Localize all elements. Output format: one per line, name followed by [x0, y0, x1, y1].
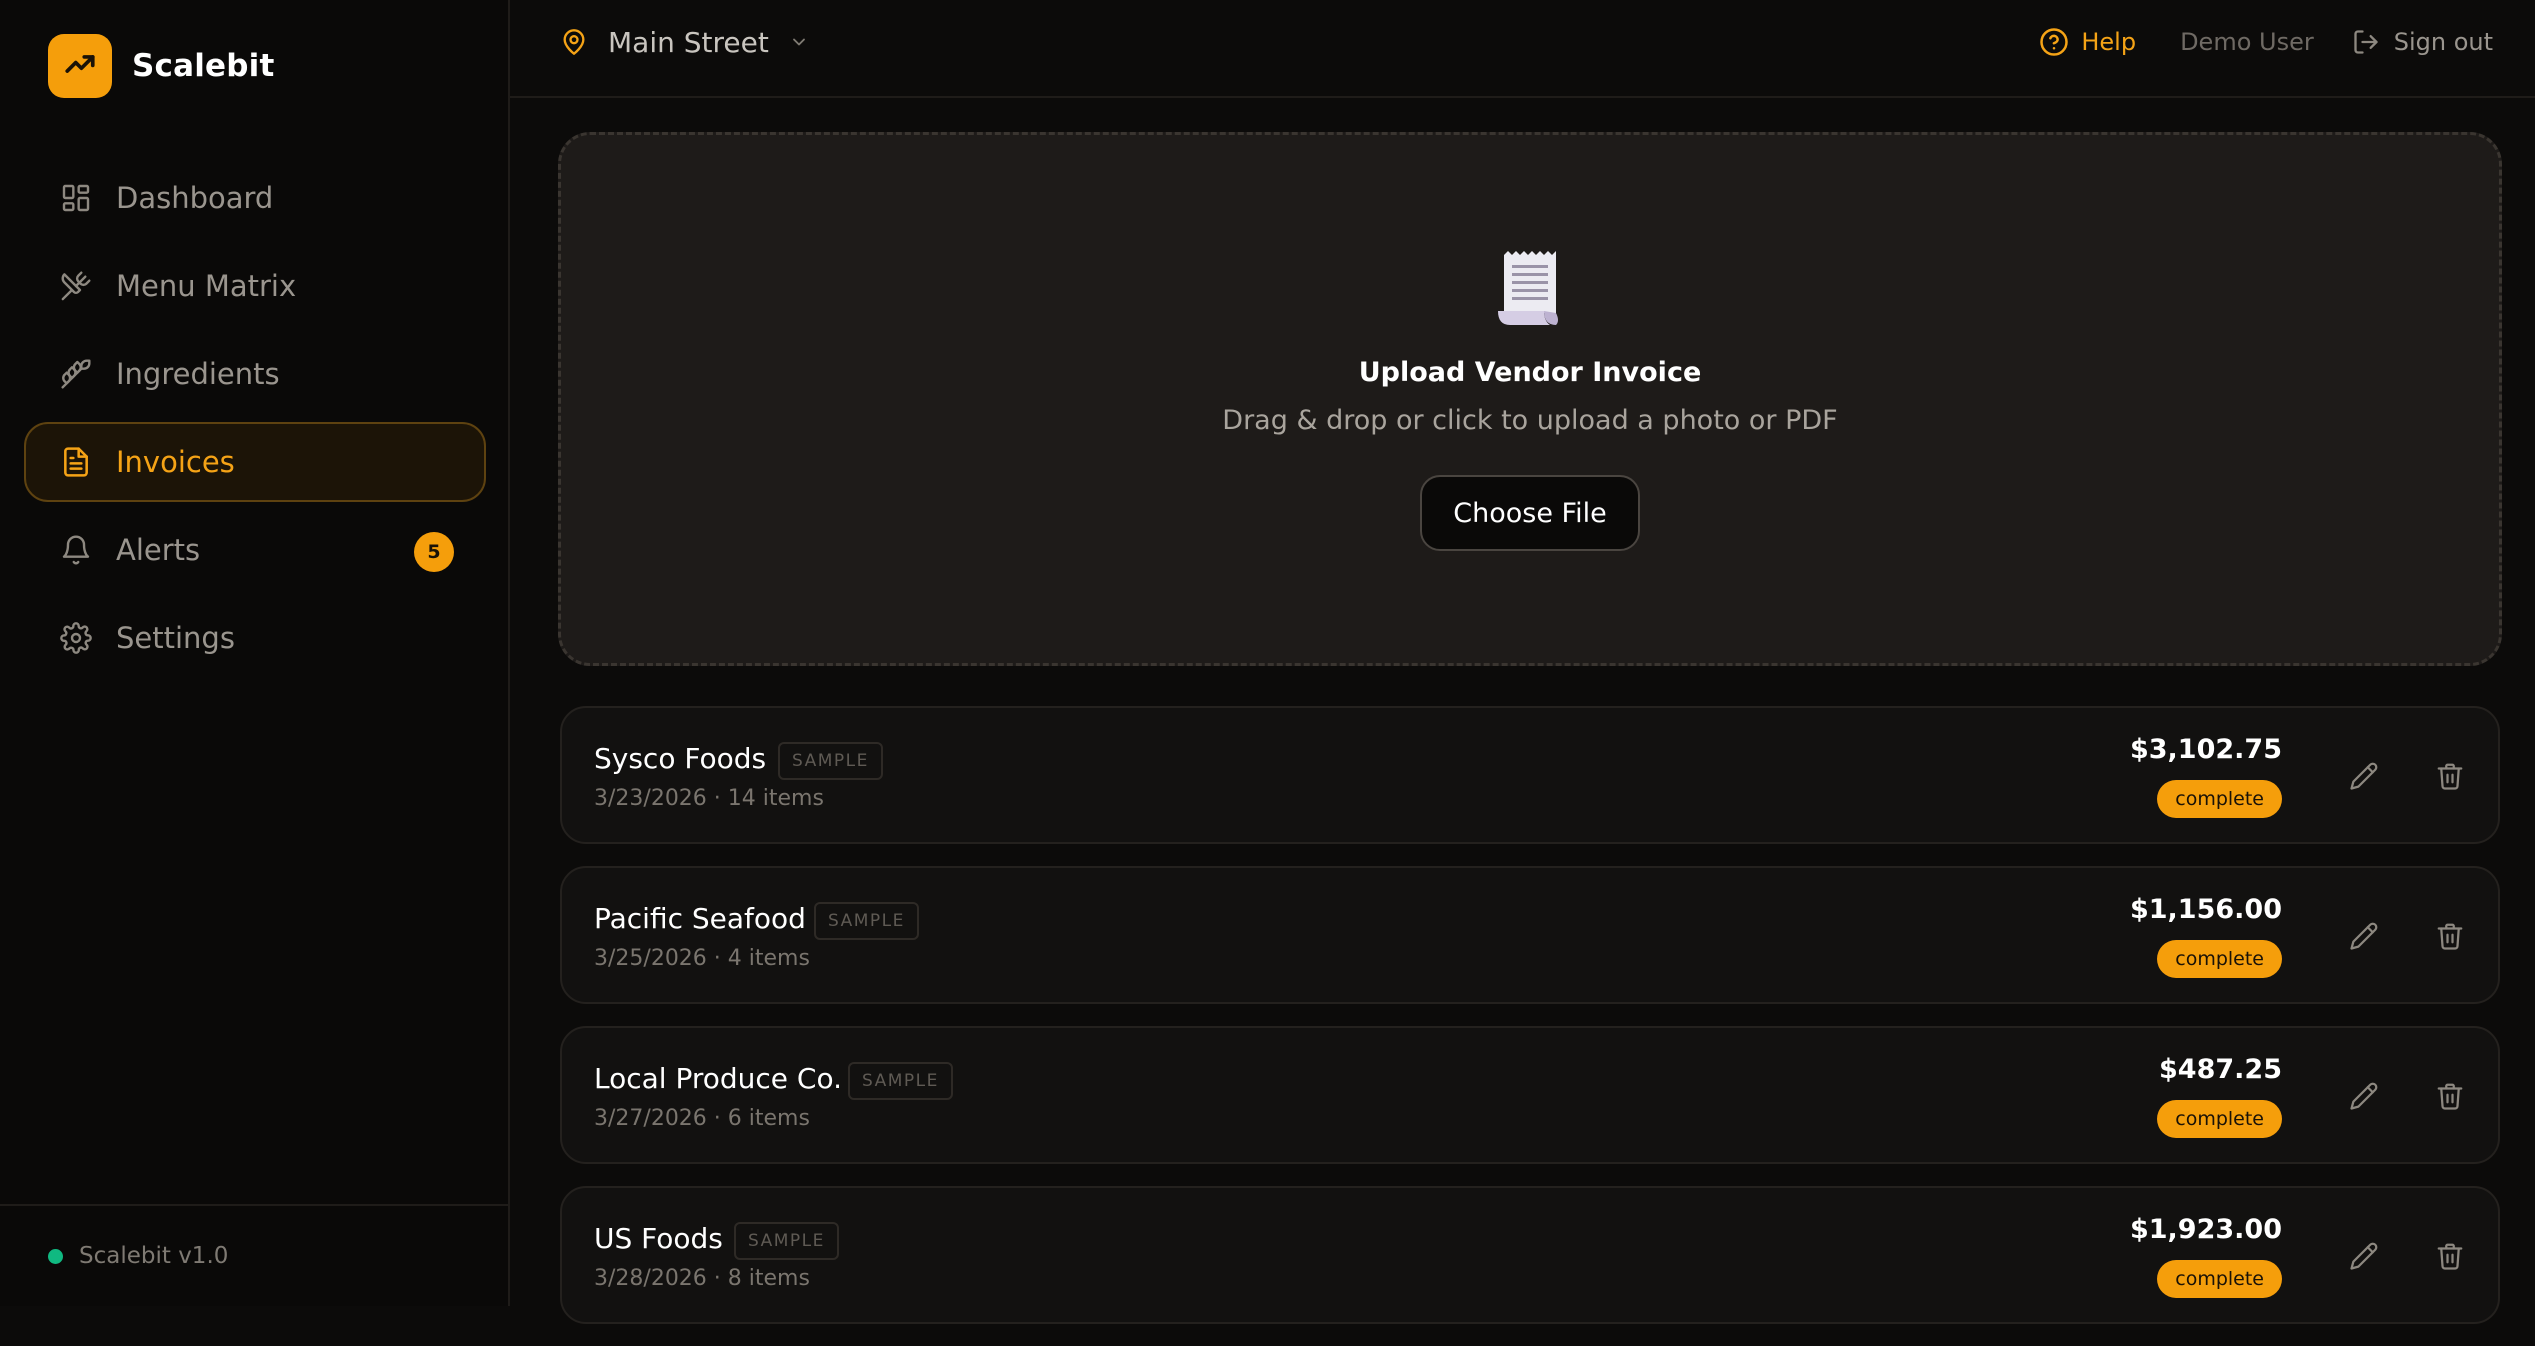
pencil-icon[interactable] [2346, 758, 2382, 794]
invoice-vendor: Sysco Foods [594, 742, 767, 775]
chevron-down-icon [789, 32, 809, 52]
invoice-row[interactable]: Local Produce Co. SAMPLE 3/27/2026 · 6 i… [560, 1026, 2500, 1164]
invoice-vendor: Pacific Seafood [594, 902, 806, 935]
status-badge: complete [2157, 1260, 2282, 1298]
help-label: Help [2081, 28, 2137, 56]
invoice-meta: 3/23/2026 · 14 items [594, 786, 824, 811]
trash-icon[interactable] [2432, 1238, 2468, 1274]
sample-tag: SAMPLE [778, 742, 883, 780]
invoice-upload-dropzone[interactable]: Upload Vendor Invoice Drag & drop or cli… [558, 132, 2502, 666]
invoice-amount: $3,102.75 [2129, 734, 2282, 765]
user-name: Demo User [2180, 28, 2314, 56]
sidebar-footer: Scalebit v1.0 [0, 1204, 508, 1306]
location-selector[interactable]: Main Street [560, 22, 809, 62]
sidebar-item-dashboard[interactable]: Dashboard [24, 158, 486, 238]
trash-icon[interactable] [2432, 1078, 2468, 1114]
help-link[interactable]: Help [2039, 27, 2136, 57]
invoice-vendor: US Foods [594, 1222, 723, 1255]
brand[interactable]: Scalebit [48, 34, 275, 98]
sample-tag: SAMPLE [848, 1062, 953, 1100]
brand-logo [48, 34, 112, 98]
invoice-row[interactable]: US Foods SAMPLE 3/28/2026 · 8 items $1,9… [560, 1186, 2500, 1324]
sidebar-item-label: Invoices [116, 445, 235, 479]
sidebar-item-label: Ingredients [116, 357, 280, 391]
sidebar-nav: Dashboard Menu Matrix Ingredients Invoic… [24, 158, 486, 686]
file-text-icon [58, 444, 94, 480]
sidebar-item-label: Menu Matrix [116, 269, 297, 303]
gear-icon [58, 620, 94, 656]
top-header: Main Street Help Demo User Sign out [510, 0, 2535, 98]
invoice-meta: 3/27/2026 · 6 items [594, 1106, 810, 1131]
brand-name: Scalebit [132, 48, 275, 84]
sidebar-item-invoices[interactable]: Invoices [24, 422, 486, 502]
pencil-icon[interactable] [2346, 1078, 2382, 1114]
status-badge: complete [2157, 780, 2282, 818]
help-circle-icon [2039, 27, 2069, 57]
sidebar-item-label: Settings [116, 621, 235, 655]
sample-tag: SAMPLE [814, 902, 919, 940]
receipt-icon [1498, 251, 1562, 333]
invoice-amount: $487.25 [2159, 1054, 2282, 1085]
map-pin-icon [560, 28, 588, 56]
status-badge: complete [2157, 1100, 2282, 1138]
utensils-crossed-icon [58, 268, 94, 304]
trash-icon[interactable] [2432, 918, 2468, 954]
log-out-icon [2352, 28, 2380, 56]
invoice-vendor: Local Produce Co. [594, 1062, 843, 1095]
pencil-icon[interactable] [2346, 1238, 2382, 1274]
header-actions: Help Demo User Sign out [2039, 22, 2493, 62]
dashboard-grid-icon [58, 180, 94, 216]
sign-out-button[interactable]: Sign out [2352, 28, 2493, 56]
bell-icon [58, 532, 94, 568]
sidebar-item-label: Alerts [116, 533, 201, 567]
invoice-row[interactable]: Sysco Foods SAMPLE 3/23/2026 · 14 items … [560, 706, 2500, 844]
invoice-amount: $1,923.00 [2129, 1214, 2282, 1245]
sidebar-item-alerts[interactable]: Alerts 5 [24, 510, 486, 590]
status-badge: complete [2157, 940, 2282, 978]
sidebar-item-menu-matrix[interactable]: Menu Matrix [24, 246, 486, 326]
invoice-row[interactable]: Pacific Seafood SAMPLE 3/25/2026 · 4 ite… [560, 866, 2500, 1004]
status-dot [48, 1248, 63, 1264]
version-label: Scalebit v1.0 [79, 1243, 229, 1269]
sample-tag: SAMPLE [734, 1222, 839, 1260]
upload-title: Upload Vendor Invoice [1358, 357, 1702, 388]
pencil-icon[interactable] [2346, 918, 2382, 954]
wheat-icon [58, 356, 94, 392]
location-name: Main Street [608, 25, 769, 59]
alerts-count-badge: 5 [414, 532, 454, 572]
invoice-list: Sysco Foods SAMPLE 3/23/2026 · 14 items … [560, 706, 2500, 1346]
invoice-amount: $1,156.00 [2129, 894, 2282, 925]
sidebar-item-ingredients[interactable]: Ingredients [24, 334, 486, 414]
invoice-meta: 3/28/2026 · 8 items [594, 1266, 810, 1291]
sidebar-item-label: Dashboard [116, 181, 274, 215]
invoice-meta: 3/25/2026 · 4 items [594, 946, 810, 971]
trash-icon[interactable] [2432, 758, 2468, 794]
sidebar: Scalebit Dashboard Menu Matrix Ingredien… [0, 0, 510, 1306]
sign-out-label: Sign out [2393, 28, 2493, 56]
choose-file-button[interactable]: Choose File [1420, 475, 1640, 551]
trending-up-icon [63, 47, 97, 85]
sidebar-item-settings[interactable]: Settings [24, 598, 486, 678]
upload-subtitle: Drag & drop or click to upload a photo o… [1222, 405, 1838, 436]
